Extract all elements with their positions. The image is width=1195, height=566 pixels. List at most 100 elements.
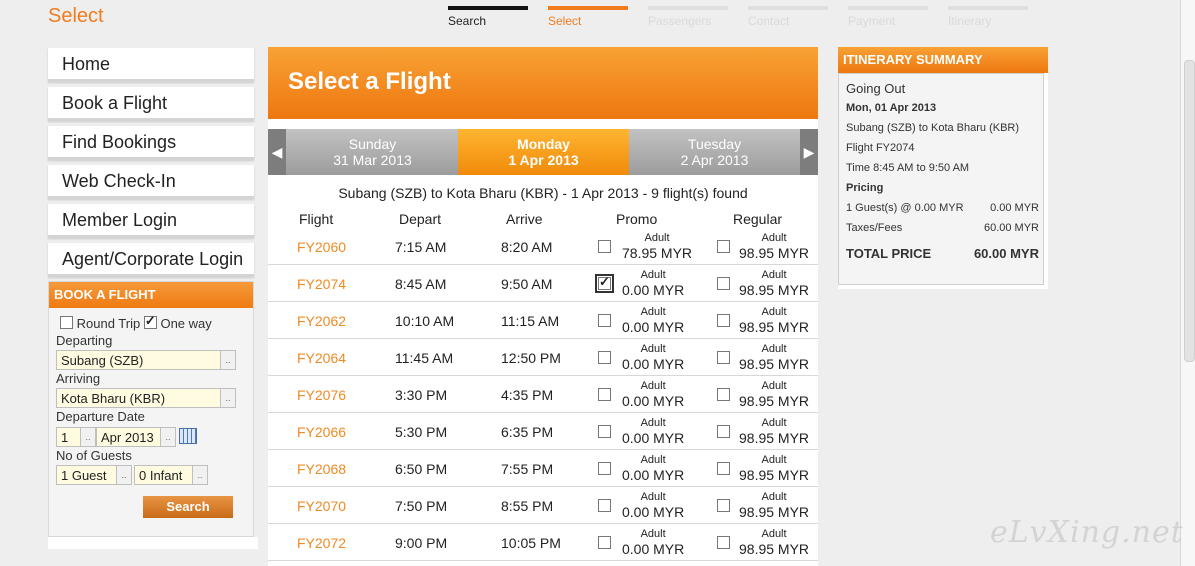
arriving-select[interactable]: Kota Bharu (KBR) .. [56,388,236,408]
dropdown-arrow-icon[interactable]: .. [220,389,235,407]
page-title: Select [48,5,104,27]
round-trip-checkbox[interactable] [60,316,73,329]
promo-fare-checkbox[interactable] [598,499,611,512]
dropdown-arrow-icon[interactable]: .. [160,428,175,446]
regular-price: 98.95 MYR [739,504,810,520]
regular-fare-checkbox[interactable] [717,425,730,438]
guest-price-line: 1 Guest(s) @ 0.00 MYR [846,202,964,214]
promo-fare-checkbox[interactable] [598,351,611,364]
nav-find-bookings[interactable]: Find Bookings [48,126,254,160]
nav-web-check-in[interactable]: Web Check-In [48,165,254,199]
flight-number-link[interactable]: FY2074 [297,276,346,292]
promo-fare-checkbox[interactable] [598,388,611,401]
promo-fare-checkbox[interactable] [598,462,611,475]
nav-home[interactable]: Home [48,48,254,82]
regular-passenger-type: Adult [761,269,787,281]
guests-select[interactable]: 1 Guest .. [56,465,132,485]
day-select[interactable]: 1 .. [56,427,96,447]
arrive-time: 4:35 PM [501,387,554,403]
depart-time: 6:50 PM [395,461,448,477]
taxes-label: Taxes/Fees [846,222,903,234]
promo-passenger-type: Adult [640,454,666,466]
guest-price-amount: 0.00 MYR [990,202,1039,214]
depart-time: 11:45 AM [395,350,454,366]
flight-number-link[interactable]: FY2066 [297,424,346,440]
regular-fare-checkbox[interactable] [717,240,730,253]
regular-price: 98.95 MYR [739,541,810,557]
regular-passenger-type: Adult [761,232,787,244]
dropdown-arrow-icon[interactable]: .. [80,428,95,446]
col-header-depart: Depart [399,211,442,227]
nav-member-login[interactable]: Member Login [48,204,254,238]
round-trip-label: Round Trip [76,316,141,331]
flight-row: FY2072 9:00 PM 10:05 PM Adult 0.00 MYR Adult 9… [268,524,818,561]
promo-fare-checkbox[interactable] [598,425,611,438]
promo-price: 0.00 MYR [622,541,685,557]
regular-fare-checkbox[interactable] [717,462,730,475]
step-passengers: Passengers [648,6,728,28]
flight-row: FY2070 7:50 PM 8:55 PM Adult 0.00 MYR Adult 98… [268,487,818,524]
step-label: Select [548,14,582,28]
regular-price: 98.95 MYR [739,467,810,483]
departing-select[interactable]: Subang (SZB) .. [56,350,236,370]
promo-fare-checkbox[interactable] [598,314,611,327]
col-header-flight: Flight [299,211,334,227]
col-header-arrive: Arrive [506,211,543,227]
search-button[interactable]: Search [143,496,233,518]
dropdown-arrow-icon[interactable]: .. [220,351,235,369]
regular-fare-checkbox[interactable] [717,388,730,401]
regular-passenger-type: Adult [761,454,787,466]
flight-row: FY20748:45 AM9:50 AMAdult0.00 MYRAdult98… [268,265,818,302]
calendar-icon[interactable] [179,428,197,444]
itinerary-route: Subang (SZB) to Kota Bharu (KBR) [846,122,1020,134]
promo-fare-checkbox[interactable] [598,536,611,549]
flight-number-link[interactable]: FY2064 [297,350,346,366]
nav-book-a-flight[interactable]: Book a Flight [48,87,254,121]
promo-fare-checkbox[interactable] [598,240,611,253]
depart-time: 10:10 AM [395,313,455,329]
watermark: eLvXing.net [990,515,1184,550]
flight-number-link[interactable]: FY2076 [297,387,346,403]
date-tab-selected[interactable]: Monday 1 Apr 2013 [458,129,629,175]
next-date-arrow-icon[interactable]: ▶ [800,129,818,175]
promo-passenger-type: Adult [644,232,670,244]
promo-price: 78.95 MYR [622,245,693,261]
panel-bottom-strip [48,537,258,549]
date-selector: ◀ Sunday 31 Mar 2013 Monday 1 Apr 2013 T… [268,129,818,175]
regular-passenger-type: Adult [761,380,787,392]
regular-fare-checkbox[interactable] [717,499,730,512]
dropdown-arrow-icon[interactable]: .. [192,466,207,484]
page-scrollbar[interactable] [1180,0,1195,566]
step-search: Search [448,6,528,28]
trip-type-group: Round Trip One way [60,313,212,331]
flight-number-link[interactable]: FY2060 [297,239,346,255]
regular-fare-checkbox[interactable] [717,351,730,364]
date-day: Tuesday [687,136,742,152]
arriving-label: Arriving [56,371,101,386]
scrollbar-thumb[interactable] [1184,60,1195,362]
promo-fare-checkbox[interactable] [595,274,614,293]
one-way-checkbox[interactable] [143,313,157,329]
promo-passenger-type: Adult [640,491,666,503]
flight-number-link[interactable]: FY2068 [297,461,346,477]
infant-value: 0 Infant [139,468,183,483]
month-select[interactable]: Apr 2013 .. [96,427,176,447]
flight-number-link[interactable]: FY2070 [297,498,346,514]
prev-date-arrow-icon[interactable]: ◀ [268,129,286,175]
flight-number-link[interactable]: FY2072 [297,535,346,551]
arrive-time: 8:55 PM [501,498,554,514]
departure-date-label: Departure Date [56,409,145,424]
regular-fare-checkbox[interactable] [717,277,730,290]
regular-fare-checkbox[interactable] [717,314,730,327]
flight-number-link[interactable]: FY2062 [297,313,346,329]
date-tab-next[interactable]: Tuesday 2 Apr 2013 [629,129,800,175]
total-price-amount: 60.00 MYR [973,246,1039,261]
date-tab-prev[interactable]: Sunday 31 Mar 2013 [287,129,458,175]
dropdown-arrow-icon[interactable]: .. [116,466,131,484]
infant-select[interactable]: 0 Infant .. [134,465,208,485]
depart-time: 9:00 PM [395,535,448,551]
flight-row: FY2066 5:30 PM 6:35 PM Adult 0.00 MYR Adult 98… [268,413,818,450]
pricing-label: Pricing [846,182,884,194]
nav-agent-corporate-login[interactable]: Agent/Corporate Login [48,243,254,277]
regular-fare-checkbox[interactable] [717,536,730,549]
